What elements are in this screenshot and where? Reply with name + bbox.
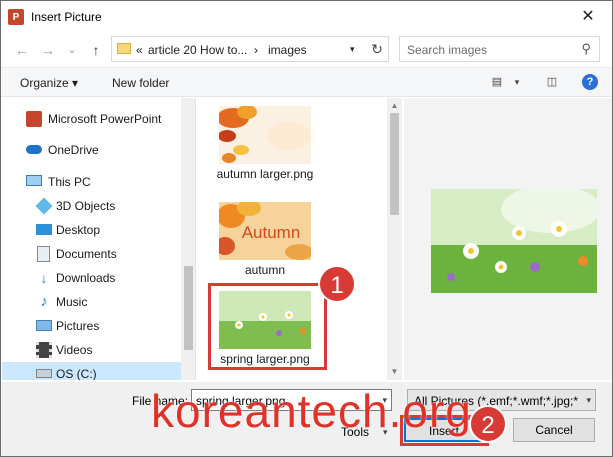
file-name-label: autumn larger.png (216, 167, 314, 181)
cloud-icon (26, 145, 42, 154)
breadcrumb-overflow[interactable]: « (136, 43, 143, 57)
up-arrow-icon[interactable]: ↑ (87, 41, 105, 59)
drive-icon (36, 369, 52, 378)
autumn-banner-image: Autumn (219, 202, 311, 260)
title-bar: P Insert Picture ✕ (1, 1, 612, 32)
pictures-icon (36, 320, 52, 331)
music-icon: ♪ (40, 293, 48, 310)
refresh-icon[interactable]: ↻ (368, 40, 386, 58)
sidebar-item-os-c[interactable]: OS (C:) (2, 362, 182, 380)
sidebar-item-documents[interactable]: Documents (2, 242, 182, 266)
sidebar-item-3d-objects[interactable]: 3D Objects (2, 194, 182, 218)
watermark: koreantech.org (151, 385, 472, 437)
forward-arrow-icon[interactable]: → (39, 41, 57, 59)
breadcrumb-article[interactable]: article 20 How to... (148, 43, 247, 57)
view-dropdown-icon[interactable]: ▾ (509, 74, 525, 90)
navigation-pane: Microsoft PowerPoint OneDrive This PC 3D… (2, 98, 196, 380)
sidebar-item-label: OneDrive (48, 143, 99, 157)
recent-locations-icon[interactable]: ⌄ (63, 41, 81, 59)
sidebar-item-music[interactable]: ♪ Music (2, 290, 182, 314)
sidebar-item-videos[interactable]: Videos (2, 338, 182, 362)
organize-button[interactable]: Organize ▾ (20, 76, 78, 90)
preview-pane (404, 98, 612, 380)
sidebar-item-powerpoint[interactable]: Microsoft PowerPoint (2, 107, 182, 131)
callout-badge-1: 1 (318, 265, 356, 303)
cube-icon (35, 197, 53, 215)
sidebar-item-this-pc[interactable]: This PC (2, 170, 182, 194)
search-placeholder: Search images (407, 43, 488, 57)
breadcrumb-images[interactable]: images (268, 43, 307, 57)
sidebar-item-label: Videos (56, 343, 93, 357)
view-options-icon[interactable]: ▤ (489, 74, 505, 90)
desktop-icon (36, 224, 52, 235)
download-icon: ↓ (40, 270, 48, 286)
cancel-button[interactable]: Cancel (513, 418, 595, 442)
videos-icon (36, 342, 52, 358)
sidebar-item-label: 3D Objects (56, 199, 116, 213)
file-name-label: autumn thumbnail.png (244, 263, 286, 277)
sidebar-item-label: Microsoft PowerPoint (48, 112, 162, 126)
toolbar: Organize ▾ New folder ▤ ▾ ◫ ? (1, 67, 612, 97)
folder-icon (117, 43, 131, 54)
breadcrumb-separator: › (254, 43, 258, 57)
address-dropdown-icon[interactable]: ▾ (350, 44, 355, 55)
sidebar-item-downloads[interactable]: ↓ Downloads (2, 266, 182, 290)
insert-picture-dialog: P Insert Picture ✕ ← → ⌄ ↑ « article 20 … (0, 0, 613, 457)
thumbnail-text: Autumn (242, 223, 301, 242)
powerpoint-icon (26, 111, 42, 127)
sidebar-item-label: Documents (56, 247, 117, 261)
sidebar-item-label: Pictures (56, 319, 100, 333)
sidebar-item-label: OS (C:) (56, 367, 97, 380)
autumn-leaves-image (219, 106, 311, 164)
powerpoint-icon: P (8, 9, 24, 25)
sidebar-item-label: This PC (48, 175, 91, 189)
sidebar-item-pictures[interactable]: Pictures (2, 314, 182, 338)
sidebar-item-label: Downloads (56, 271, 116, 285)
computer-icon (26, 175, 42, 186)
address-bar[interactable]: « article 20 How to... › images ▾ ↻ (111, 36, 389, 62)
window-title: Insert Picture (31, 10, 102, 24)
sidebar-item-label: Desktop (56, 223, 101, 237)
search-input[interactable]: Search images ⚲ (399, 36, 600, 62)
sidebar-item-desktop[interactable]: Desktop (2, 218, 182, 242)
preview-pane-icon[interactable]: ◫ (544, 74, 560, 90)
callout-badge-2: 2 (469, 405, 507, 443)
sidebar-scrollbar-thumb[interactable] (184, 266, 193, 350)
file-type-dropdown-icon[interactable]: ▾ (586, 395, 591, 406)
scroll-down-icon[interactable]: ▼ (387, 365, 402, 379)
documents-icon (37, 246, 50, 262)
preview-image (431, 189, 597, 293)
search-icon: ⚲ (581, 41, 591, 56)
file-thumbnail: Autumn (219, 202, 311, 260)
file-list-scrollbar-thumb[interactable] (390, 113, 399, 215)
new-folder-button[interactable]: New folder (112, 76, 169, 90)
back-arrow-icon[interactable]: ← (13, 41, 31, 59)
sidebar-item-onedrive[interactable]: OneDrive (2, 138, 182, 162)
close-button[interactable]: ✕ (571, 6, 605, 28)
help-icon[interactable]: ? (582, 74, 598, 90)
callout-highlight-file (208, 283, 327, 370)
scroll-up-icon[interactable]: ▲ (387, 99, 402, 113)
sidebar-item-label: Music (56, 295, 88, 309)
file-thumbnail (219, 106, 311, 164)
